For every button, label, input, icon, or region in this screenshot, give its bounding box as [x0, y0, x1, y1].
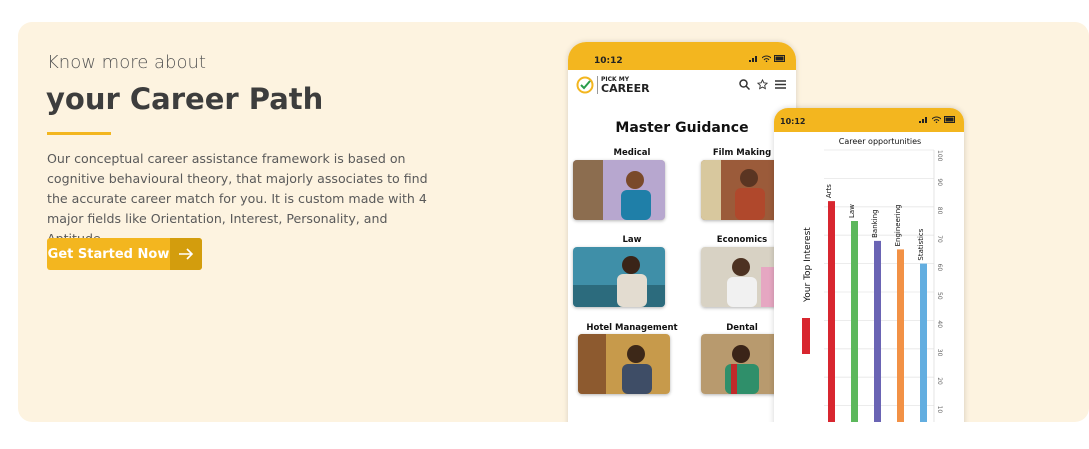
video-thumbnail-hotel-management[interactable]: [578, 334, 670, 394]
logo-line2: CAREER: [601, 82, 650, 95]
status-time-chart: 10:12: [780, 117, 806, 126]
y-tick-label: 90: [936, 178, 943, 186]
wifi-icon: [932, 116, 941, 123]
signal-icon: [749, 56, 757, 62]
bar-banking: [874, 240, 881, 422]
headline-underline: [47, 132, 111, 135]
logo-check-icon: [576, 76, 594, 94]
app-bar: PICK MY CAREER: [568, 70, 796, 106]
career-opportunities-chart: Career opportunities01020304050607080901…: [802, 137, 943, 422]
section-eyebrow: Know more about: [47, 52, 206, 73]
bar-label-law: Law: [848, 204, 856, 218]
y-tick-label: 50: [936, 292, 943, 300]
master-guidance-title: Master Guidance: [615, 120, 749, 136]
bar-engineering: [897, 249, 904, 422]
bar-arts: [828, 201, 835, 422]
video-thumbnail-medical[interactable]: [573, 160, 665, 220]
video-thumbnail-law[interactable]: [573, 247, 665, 307]
legend-marker: [802, 318, 810, 354]
phone-mockup-career-chart: 10:12 Career opportunities01020304050607…: [774, 108, 964, 422]
y-tick-label: 10: [936, 406, 943, 414]
y-tick-label: 60: [936, 264, 943, 272]
star-icon[interactable]: [757, 79, 768, 90]
section-description: Our conceptual career assistance framewo…: [47, 151, 428, 246]
status-bar-chart: 10:12: [774, 108, 964, 132]
category-label-medical: Medical: [613, 148, 651, 158]
y-tick-label: 70: [936, 235, 943, 243]
search-icon[interactable]: [739, 79, 750, 90]
section-headline: your Career Path: [46, 82, 324, 116]
phone-mockup-master-guidance: 10:12 PICK MY CAREER Master Guidance Medi…: [568, 42, 796, 422]
bar-label-arts: Arts: [825, 184, 833, 198]
pick-my-career-logo: PICK MY CAREER: [576, 76, 650, 94]
y-tick-label: 40: [936, 320, 943, 328]
bar-label-banking: Banking: [871, 209, 879, 237]
arrow-right-icon: [170, 238, 202, 270]
y-tick-label: 30: [936, 349, 943, 357]
y-axis-label: Your Top Interest: [803, 227, 813, 303]
bar-label-engineering: Engineering: [894, 204, 902, 246]
status-time: 10:12: [594, 56, 623, 66]
battery-icon: [944, 116, 955, 123]
wifi-icon: [762, 55, 771, 62]
menu-icon[interactable]: [775, 79, 786, 90]
signal-icon: [919, 117, 927, 123]
category-label-law: Law: [622, 235, 642, 245]
bar-label-statistics: Statistics: [917, 228, 925, 260]
category-label-hotel-management: Hotel Management: [586, 323, 678, 333]
y-tick-label: 80: [936, 207, 943, 215]
get-started-button[interactable]: Get Started Now: [47, 238, 202, 270]
career-path-section: Know more about your Career Path Our con…: [18, 22, 1089, 422]
y-tick-label: 20: [936, 377, 943, 385]
battery-icon: [774, 55, 785, 62]
status-bar: 10:12: [568, 42, 796, 70]
y-tick-label: 100: [936, 150, 943, 162]
bar-statistics: [920, 263, 927, 422]
bar-law: [851, 221, 858, 422]
chart-title: Career opportunities: [839, 137, 921, 146]
get-started-label: Get Started Now: [47, 246, 170, 262]
